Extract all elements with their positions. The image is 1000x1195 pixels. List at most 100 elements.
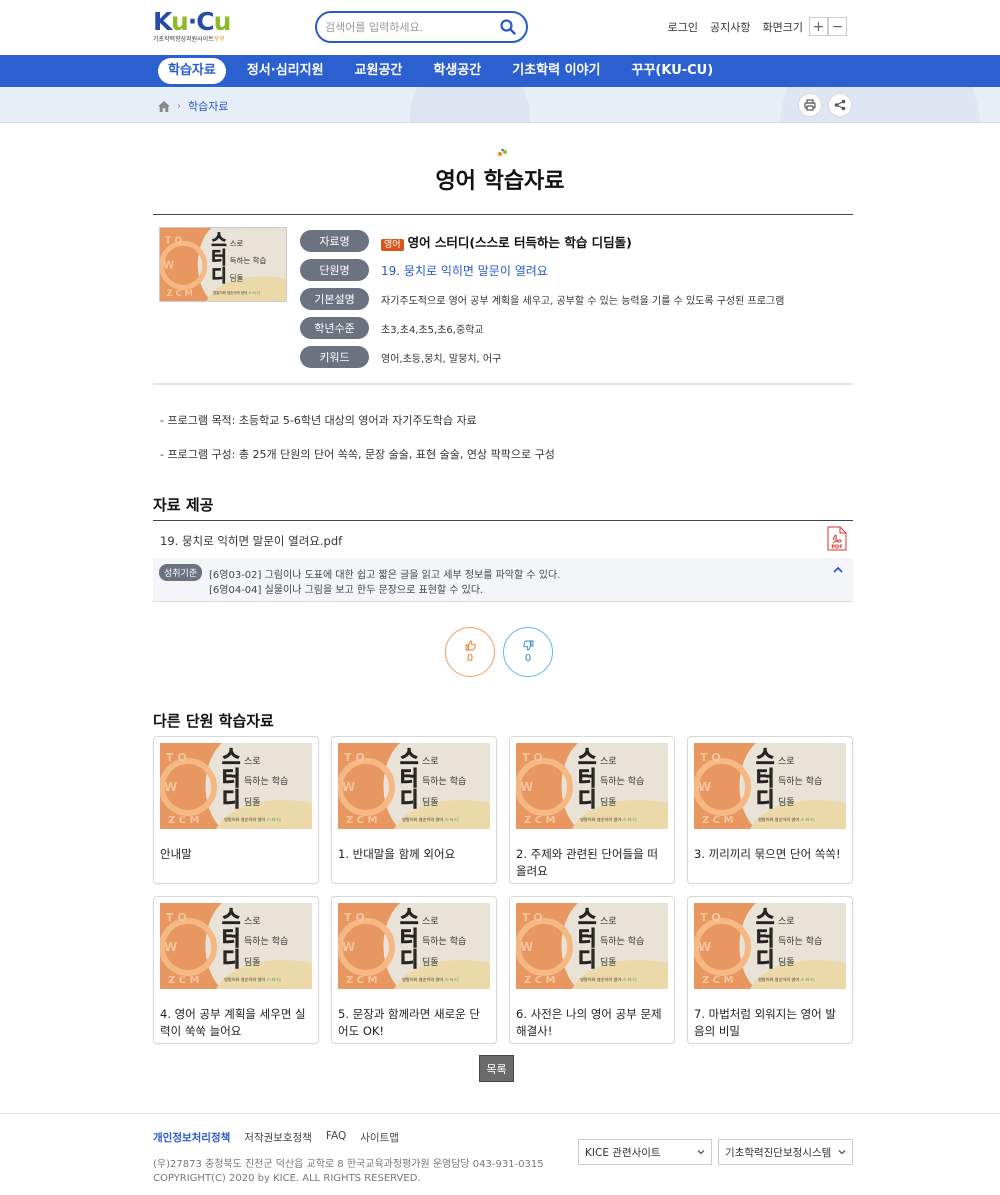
unit-card[interactable]: T QWZ C M 스 스로 터 득하는 학습 디 딤돌 영말이와 영순이의 영어 스·터·디…: [509, 736, 675, 884]
kice-sites-label: KICE 관련사이트: [585, 1146, 661, 1159]
unit-card[interactable]: T QWZ C M 스 스로 터 득하는 학습 디 딤돌 영말이와 영순이의 영어 스·터·디…: [331, 896, 497, 1044]
thumb-text: 디: [578, 947, 596, 971]
unit-card-title: 3. 끼리끼리 묶으면 단어 쏙쏙!: [694, 847, 841, 861]
svg-text:Z C M: Z C M: [167, 288, 193, 298]
unit-card[interactable]: T QWZ C M 스 스로 터 득하는 학습 디 딤돌 영말이와 영순이의 영어 스·터·디…: [687, 736, 853, 884]
subject-badge: 영어: [381, 238, 404, 251]
svg-text:T Q: T Q: [166, 911, 187, 924]
svg-text:W: W: [164, 780, 177, 794]
footer-link-sitemap[interactable]: 사이트맵: [360, 1130, 399, 1145]
notice-link[interactable]: 공지사항: [710, 19, 750, 35]
title-decoration-icon: [498, 148, 507, 156]
standard-item: [6영03-02] 그림이나 도표에 대한 쉽고 짧은 글을 읽고 세부 정보를…: [209, 570, 561, 581]
material-thumbnail: T QWZ C M스 스로터 득하는 학습디 딤돌영말이와 영순이의 영어 스·터·디: [159, 227, 287, 302]
unit-card-title: 2. 주제와 관련된 단어들을 떠올려요: [516, 847, 658, 878]
site-logo[interactable]: Ku·Cu 기초학력향상지원사이트꾸꾸: [153, 8, 233, 48]
thumb-text: 영말이와 영순이의 영어 스·터·디: [224, 976, 281, 983]
thumbs-down-icon: [522, 640, 533, 651]
thumb-text: 디: [400, 787, 418, 811]
kice-sites-select[interactable]: KICE 관련사이트: [578, 1139, 712, 1165]
svg-text:T Q: T Q: [522, 911, 543, 924]
chevron-down-icon: [838, 1150, 846, 1155]
home-icon[interactable]: [158, 100, 170, 112]
svg-text:T Q: T Q: [165, 235, 182, 246]
thumb-text: 영말이와 영순이의 영어 스·터·디: [213, 290, 260, 295]
list-button[interactable]: 목록: [479, 1055, 514, 1082]
chevron-down-icon: [697, 1150, 705, 1155]
svg-text:Z C M: Z C M: [168, 815, 200, 826]
footer-link-privacy[interactable]: 개인정보처리정책: [153, 1130, 230, 1145]
unit-card[interactable]: T QWZ C M 스 스로 터 득하는 학습 디 딤돌 영말이와 영순이의 영어 스·터·디…: [331, 736, 497, 884]
file-name[interactable]: 19. 뭉치로 익히면 말문이 열려요.pdf: [160, 533, 342, 549]
thumb-text: 스로: [244, 916, 261, 927]
print-button[interactable]: [798, 93, 822, 117]
footer-address: (우)27873 충청북도 진천군 덕산읍 교학로 8 한국교육과정평가원 운영…: [153, 1159, 544, 1170]
login-link[interactable]: 로그인: [668, 19, 698, 35]
keywords: 영어,초등,뭉치, 말뭉치, 어구: [381, 353, 502, 365]
pdf-download-icon[interactable]: PDF: [827, 526, 847, 551]
zoom-in-button[interactable]: +: [809, 17, 828, 36]
breadcrumb: › 학습자료: [158, 98, 228, 114]
thumb-text: 딤돌: [778, 797, 795, 808]
nav-item[interactable]: 교원공간: [345, 58, 413, 84]
footer-divider: [0, 1113, 1000, 1114]
dislike-button[interactable]: 0: [503, 627, 553, 677]
svg-text:Z C M: Z C M: [524, 975, 556, 986]
thumb-text: 스로: [244, 756, 261, 767]
thumb-text: 득하는 학습: [778, 936, 822, 947]
label-keyword: 키워드: [300, 346, 369, 368]
svg-text:W: W: [698, 780, 711, 794]
thumb-text: 딤돌: [422, 797, 439, 808]
thumb-text: 영말이와 영순이의 영어 스·터·디: [758, 816, 815, 823]
chevron-up-icon[interactable]: [833, 566, 843, 574]
unit-card[interactable]: T QWZ C M 스 스로 터 득하는 학습 디 딤돌 영말이와 영순이의 영어 스·터·디…: [687, 896, 853, 1044]
basic-description: 자기주도적으로 영어 공부 계획을 세우고, 공부할 수 있는 능력을 기를 수…: [381, 295, 785, 307]
diagnosis-system-select[interactable]: 기초학력진단보정시스템: [718, 1139, 853, 1165]
share-button[interactable]: [828, 93, 852, 117]
thumb-text: 딤돌: [600, 957, 617, 968]
nav-item[interactable]: 기초학력 이야기: [502, 58, 610, 84]
unit-card-thumbnail: T QWZ C M스 스로터 득하는 학습디 딤돌영말이와 영순이의 영어 스·터·디: [337, 743, 490, 829]
thumb-text: 디: [578, 787, 596, 811]
thumb-text: 딤돌: [244, 957, 261, 968]
program-purpose: - 프로그램 목적: 초등학교 5-6학년 대상의 영어과 자기주도학습 자료: [160, 414, 477, 427]
svg-text:T Q: T Q: [344, 911, 365, 924]
achievement-standards: 성취기준 [6영03-02] 그림이나 도표에 대한 쉽고 짧은 글을 읽고 세…: [153, 558, 853, 602]
search-input[interactable]: [325, 19, 495, 36]
unit-card[interactable]: T QWZ C M 스 스로 터 득하는 학습 디 딤돌 영말이와 영순이의 영어 스·터·디…: [153, 896, 319, 1044]
thumb-text: 영말이와 영순이의 영어 스·터·디: [224, 816, 281, 823]
thumb-text: 영말이와 영순이의 영어 스·터·디: [402, 816, 459, 823]
thumb-text: 스로: [422, 916, 439, 927]
unit-card[interactable]: T QWZ C M 스 스로 터 득하는 학습 디 딤돌 영말이와 영순이의 영어 스·터·디…: [509, 896, 675, 1044]
svg-text:W: W: [164, 940, 177, 954]
footer-link-copyright[interactable]: 저작권보호정책: [244, 1130, 312, 1145]
file-row: 19. 뭉치로 익히면 말문이 열려요.pdf PDF: [153, 521, 853, 558]
zoom-out-button[interactable]: −: [828, 17, 847, 36]
divider: [153, 214, 853, 215]
breadcrumb-separator: ›: [177, 100, 181, 112]
svg-text:W: W: [342, 940, 355, 954]
breadcrumb-current[interactable]: 학습자료: [188, 98, 228, 114]
svg-text:Z C M: Z C M: [524, 815, 556, 826]
nav-item[interactable]: 꾸꾸(KU-CU): [621, 58, 723, 84]
nav-item[interactable]: 정서·심리지원: [237, 58, 334, 84]
thumb-text: 득하는 학습: [778, 776, 822, 787]
svg-text:T Q: T Q: [166, 751, 187, 764]
svg-text:Z C M: Z C M: [168, 975, 200, 986]
thumb-text: 득하는 학습: [422, 936, 466, 947]
print-icon: [804, 99, 816, 111]
thumb-text: 영말이와 영순이의 영어 스·터·디: [580, 816, 637, 823]
search-icon[interactable]: [500, 19, 516, 35]
unit-card-title: 7. 마법처럼 외워지는 영어 발음의 비밀: [694, 1007, 836, 1038]
label-desc: 기본설명: [300, 288, 369, 310]
thumb-text: 스로: [422, 756, 439, 767]
unit-card[interactable]: T QWZ C M 스 스로 터 득하는 학습 디 딤돌 영말이와 영순이의 영어 스·터·디…: [153, 736, 319, 884]
thumb-text: 딤돌: [422, 957, 439, 968]
diagnosis-system-label: 기초학력진단보정시스템: [725, 1146, 832, 1159]
nav-item[interactable]: 학습자료: [158, 58, 226, 84]
like-button[interactable]: 0: [445, 627, 495, 677]
nav-item[interactable]: 학생공간: [423, 58, 491, 84]
main-nav: 학습자료 정서·심리지원 교원공간 학생공간 기초학력 이야기 꾸꾸(KU-CU): [0, 55, 1000, 87]
thumb-text: 득하는 학습: [422, 776, 466, 787]
footer-link-faq[interactable]: FAQ: [326, 1130, 346, 1145]
